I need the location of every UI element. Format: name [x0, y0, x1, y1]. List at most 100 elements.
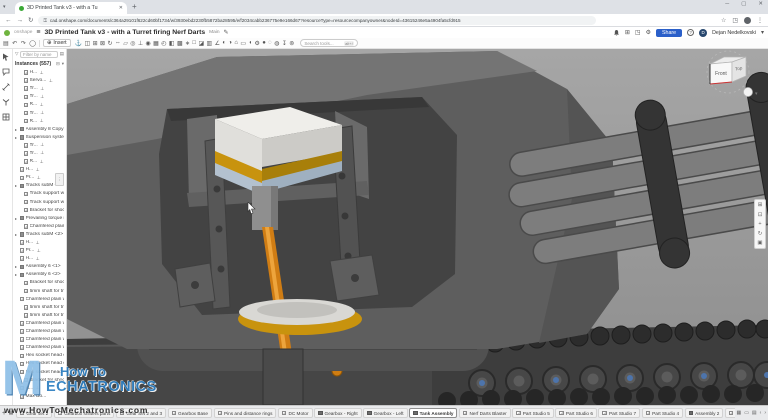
- expand-arrow-icon[interactable]: ▸: [15, 272, 18, 277]
- tabs-next-icon[interactable]: ›: [764, 410, 766, 416]
- group-icon[interactable]: ◫: [85, 40, 91, 47]
- tree-item[interactable]: Max Bo...: [13, 392, 66, 400]
- tree-item[interactable]: H... ⊥: [13, 69, 66, 77]
- circular-pattern-icon[interactable]: ◴: [161, 40, 166, 47]
- tree-item[interactable]: ▸ Tracks subM <2>: [13, 230, 66, 238]
- search-tools-input[interactable]: Search tools... alt+/: [300, 39, 358, 47]
- tree-item[interactable]: Chamfered plain w...: [13, 295, 66, 303]
- viewport-3d[interactable]: Front Top ▾ ⊞ ⊡ + ↻ ▣: [67, 49, 768, 405]
- comment-icon[interactable]: ◖: [248, 40, 252, 46]
- refresh-icon[interactable]: ↻: [28, 16, 33, 24]
- cylindrical-icon[interactable]: ◎: [130, 40, 135, 47]
- tree-item[interactable]: Bracket for shock a...: [13, 279, 66, 287]
- measure-icon[interactable]: ∠: [215, 40, 220, 47]
- tree-item[interactable]: 6mm shaft for trac...: [13, 311, 66, 319]
- display-states-icon[interactable]: ◑: [228, 40, 232, 46]
- document-tab[interactable]: Assembly 2: [685, 408, 724, 418]
- fullscreen-icon[interactable]: ◳: [635, 29, 641, 36]
- filter-list-toggle-icon[interactable]: ▤: [60, 51, 64, 57]
- select-cursor-icon[interactable]: [2, 53, 10, 61]
- new-tab-button[interactable]: +: [132, 2, 137, 11]
- expand-arrow-icon[interactable]: ▸: [15, 135, 18, 140]
- workspace-label[interactable]: Main: [209, 30, 219, 35]
- tree-item[interactable]: Track support whe...: [13, 190, 66, 198]
- tab-grid-icon[interactable]: ▦: [736, 410, 741, 416]
- explode-icon[interactable]: ∗: [185, 40, 190, 47]
- browser-profile-avatar[interactable]: [744, 17, 751, 24]
- tree-item[interactable]: ▸ Prevailing torque n...: [13, 214, 66, 222]
- pin-slot-icon[interactable]: ⊥: [138, 40, 143, 47]
- help-icon[interactable]: ?: [687, 29, 694, 36]
- tree-item[interactable]: Hex socket head ca...: [13, 352, 66, 360]
- comment-icon[interactable]: [2, 68, 10, 76]
- tree-item[interactable]: ▸ Assembly 8 Copy 1...: [13, 125, 66, 133]
- hide-icon[interactable]: ◌: [268, 40, 272, 46]
- url-bar[interactable]: ⚿ cad.onshape.com/documents/c364a29101f6…: [38, 16, 596, 25]
- add-tab-button[interactable]: +: [2, 410, 6, 417]
- expand-arrow-icon[interactable]: ▸: [15, 127, 18, 132]
- zoom-window-icon[interactable]: ⊞: [758, 202, 763, 208]
- document-tab[interactable]: Gear set 2: [16, 408, 52, 418]
- document-tab[interactable]: Part Studio 5: [512, 408, 554, 418]
- export-icon[interactable]: ↧: [282, 40, 287, 47]
- slider-icon[interactable]: ⇔: [115, 40, 121, 46]
- planar-icon[interactable]: ▱: [123, 40, 128, 47]
- tree-item[interactable]: R... ⊥: [13, 158, 66, 166]
- tree-item[interactable]: Bracket for shock a...: [13, 376, 66, 384]
- instances-caret-icon[interactable]: ▾: [62, 61, 64, 67]
- record-icon[interactable]: ⊚: [289, 40, 294, 47]
- hamburger-menu-icon[interactable]: ≡: [36, 29, 40, 36]
- browser-tab[interactable]: 3D Printed Tank v3 - with a Tu ✕: [15, 2, 127, 14]
- document-tab[interactable]: Gearbox - Right: [314, 408, 362, 418]
- pan-icon[interactable]: +: [758, 221, 761, 227]
- side-panel-icon[interactable]: ◳: [732, 17, 738, 24]
- sheet-metal-icon[interactable]: ▭: [240, 40, 246, 47]
- expand-arrow-icon[interactable]: ▸: [15, 232, 18, 237]
- collapse-all-icon[interactable]: ⊟: [56, 61, 60, 67]
- expand-arrow-icon[interactable]: ▸: [15, 183, 18, 188]
- close-tab-icon[interactable]: ✕: [119, 5, 123, 11]
- ball-icon[interactable]: ◉: [146, 40, 151, 47]
- tree-item[interactable]: Chamfered plain w...: [13, 336, 66, 344]
- tree-item[interactable]: Track support whe...: [13, 198, 66, 206]
- view-mode-icon[interactable]: ▣: [757, 240, 762, 246]
- viewport-3d-model[interactable]: [67, 49, 768, 405]
- document-tab[interactable]: Gearbox shifters parts: [54, 408, 115, 418]
- tree-item[interactable]: Hex socket head ca...: [13, 360, 66, 368]
- tree-item[interactable]: Hex socket head ca...: [13, 368, 66, 376]
- document-tab[interactable]: Part Studio 4: [642, 408, 684, 418]
- zoom-fit-icon[interactable]: ⊡: [758, 212, 763, 218]
- bom-icon[interactable]: ▥: [207, 40, 213, 47]
- document-tab[interactable]: Gear Set 2 and 3: [116, 408, 166, 418]
- tree-item[interactable]: Chamfered plain w...: [13, 222, 66, 230]
- document-tab[interactable]: Pins and distance rings: [214, 408, 277, 418]
- snapshot-icon[interactable]: □: [192, 40, 196, 46]
- tree-item[interactable]: Tr... ⊥: [13, 85, 66, 93]
- tab-search-icon[interactable]: ▾: [3, 4, 6, 10]
- tab-overview-icon[interactable]: ▭: [744, 410, 749, 416]
- expand-arrow-icon[interactable]: ▸: [15, 216, 18, 221]
- maximize-icon[interactable]: ▢: [741, 1, 746, 7]
- measure-icon[interactable]: [2, 83, 10, 91]
- tree-item[interactable]: Chamfered plain w...: [13, 344, 66, 352]
- rotate-icon[interactable]: ↻: [758, 231, 763, 237]
- settings-gear-icon[interactable]: ⚙: [646, 29, 651, 36]
- bookmark-star-icon[interactable]: ☆: [721, 17, 726, 24]
- view-cube[interactable]: Front Top ▾: [698, 50, 760, 100]
- expand-arrow-icon[interactable]: ▸: [15, 264, 18, 269]
- redo-icon[interactable]: ↷: [21, 40, 26, 47]
- named-positions-icon[interactable]: ⌂: [234, 40, 238, 46]
- filter-input[interactable]: Filter by name: [20, 51, 58, 58]
- tree-item[interactable]: Tr... ⊥: [13, 109, 66, 117]
- tree-item[interactable]: H... ⊥: [13, 384, 66, 392]
- tree-item[interactable]: Tr... ⊥: [13, 93, 66, 101]
- site-info-icon[interactable]: ⚿: [43, 18, 46, 23]
- configurations-icon[interactable]: ⚙: [254, 40, 259, 47]
- appearance-panel-icon[interactable]: [2, 113, 10, 121]
- document-tab[interactable]: Gearbox Base: [168, 408, 212, 418]
- document-tab[interactable]: Gearbox - Left: [363, 408, 407, 418]
- undo-icon[interactable]: ↶: [12, 40, 17, 47]
- insert-button[interactable]: ⊕ Insert: [43, 39, 71, 47]
- tabs-prev-icon[interactable]: ‹: [760, 410, 762, 416]
- tree-item[interactable]: Tr... ⊥: [13, 141, 66, 149]
